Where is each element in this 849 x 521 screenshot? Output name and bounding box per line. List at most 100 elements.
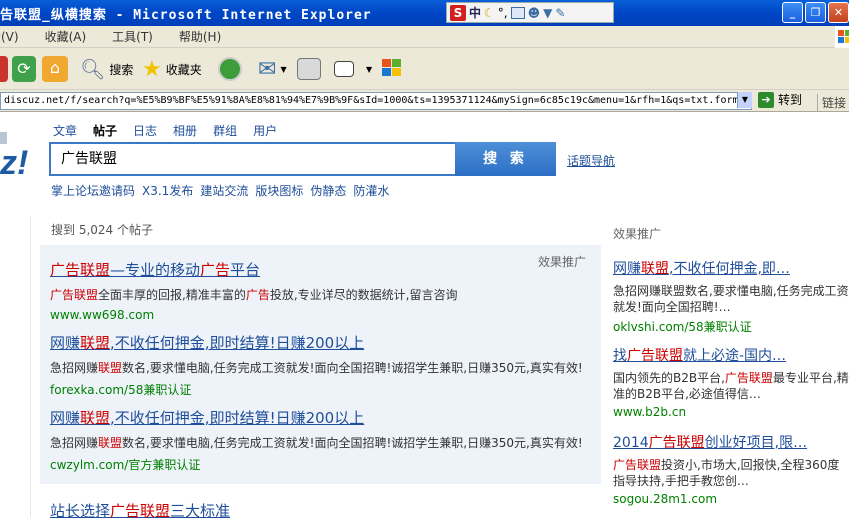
ime-keyboard-icon[interactable] <box>510 6 525 19</box>
ad-title-text: ,不收任何押金,即时结算!日赚200以上 <box>110 334 365 352</box>
ads-label: 效果推广 <box>538 255 587 269</box>
sidebar-ad-description: 广告联盟投资小,市场大,回报快,全程360度指导扶持,手把手教您创… <box>613 457 849 489</box>
ime-skin-icon[interactable]: ▼ <box>543 6 552 20</box>
tab-posts[interactable]: 帖子 <box>93 122 117 139</box>
tab-articles[interactable]: 文章 <box>53 122 77 139</box>
menu-tools[interactable]: 工具(T) <box>112 28 153 45</box>
go-label: 转到 <box>778 93 803 107</box>
refresh-button[interactable]: ⟳ <box>12 54 36 84</box>
ad-desc-text: 急招网赚 <box>50 436 99 450</box>
quick-link[interactable]: 防灌水 <box>353 182 389 199</box>
ime-user-icon[interactable]: ☻ <box>528 6 541 20</box>
ad-desc-text: 急招网赚 <box>50 361 99 375</box>
ad-desc-highlight: 广告 <box>245 288 270 302</box>
home-icon: ⌂ <box>42 56 68 82</box>
minimize-button[interactable]: _ <box>782 2 803 23</box>
favorites-button[interactable]: ★ 收藏夹 <box>142 54 202 84</box>
close-button[interactable]: ✕ <box>828 2 849 23</box>
tab-users[interactable]: 用户 <box>253 122 277 139</box>
sidebar-ad-title-link[interactable]: 2014广告联盟创业好项目,限… <box>613 432 849 452</box>
quick-link[interactable]: 掌上论坛邀请码 <box>51 182 135 199</box>
tab-albums[interactable]: 相册 <box>173 122 197 139</box>
messenger-button[interactable] <box>380 54 404 84</box>
quick-link[interactable]: 伪静态 <box>310 182 346 199</box>
menu-view[interactable]: 查看(V) <box>0 28 19 45</box>
print-icon <box>297 58 321 80</box>
ad-title-link[interactable]: 广告联盟—专业的移动广告平台 <box>50 259 458 280</box>
sogou-logo-icon[interactable]: S <box>450 4 466 21</box>
refresh-icon: ⟳ <box>12 56 36 82</box>
ad-desc-text: 数名,要求懂电脑,任务完成工资就发!面向全国招聘!诚招学生兼职,日赚350元,真… <box>122 361 583 375</box>
address-dropdown-icon[interactable]: ▼ <box>737 92 752 108</box>
tab-blogs[interactable]: 日志 <box>133 122 157 139</box>
ime-moon-icon[interactable]: ☾ <box>484 6 495 20</box>
ad-desc-text: 投放,专业详尽的数据统计,留言咨询 <box>269 288 458 302</box>
favorites-button-label: 收藏夹 <box>165 62 202 77</box>
ad-desc-text: 数名,要求懂电脑,任务完成工资就发!面向全国招聘!诚招学生兼职,日赚350元,真… <box>122 436 583 450</box>
ime-toolbar[interactable]: S 中 ☾ °, ☻ ▼ ✎ <box>446 2 614 23</box>
menu-favorites[interactable]: 收藏(A) <box>45 28 87 45</box>
ad-url[interactable]: cwzylm.com/官方兼职认证 <box>50 456 583 473</box>
sidebar-ad-title-link[interactable]: 网赚联盟,不收任何押金,即… <box>613 258 849 278</box>
result-count: 搜到 5,024 个帖子 <box>51 223 153 237</box>
sidebar-ad-title-link[interactable]: 找广告联盟就上必途-国内… <box>613 345 849 365</box>
window-title: 告联盟_纵横搜索 - Microsoft Internet Explorer <box>0 8 372 23</box>
edit-button[interactable]: ▼ <box>334 54 372 84</box>
edit-icon <box>334 61 354 77</box>
maximize-button[interactable]: ❐ <box>805 2 826 23</box>
ad-url[interactable]: forexka.com/58兼职认证 <box>50 381 583 398</box>
sidebar-ads-label: 效果推广 <box>613 227 662 241</box>
go-arrow-icon: ➔ <box>758 91 774 108</box>
ad-title-highlight: 广告 <box>200 261 231 279</box>
ad-description: 急招网赚联盟数名,要求懂电脑,任务完成工资就发!面向全国招聘!诚招学生兼职,日赚… <box>50 434 583 451</box>
quick-link[interactable]: 建站交流 <box>200 182 248 199</box>
ad-desc-highlight: 广告联盟 <box>50 288 99 302</box>
sidebar-ad-title-text: 创业好项目,限… <box>704 435 808 451</box>
site-logo[interactable]: z! <box>0 144 28 183</box>
ad-item: 网赚联盟,不收任何押金,即时结算!日赚200以上 急招网赚联盟数名,要求懂电脑,… <box>50 332 583 398</box>
ime-tools-icon[interactable]: ✎ <box>555 6 565 20</box>
menu-help[interactable]: 帮助(H) <box>179 28 221 45</box>
mail-button[interactable]: ✉ ▼ <box>258 54 287 84</box>
search-button[interactable]: 🔍︎ 搜索 <box>80 54 133 84</box>
windows-flag-icon <box>380 57 404 82</box>
search-input[interactable]: 广告联盟 <box>49 142 455 176</box>
topic-nav-link[interactable]: 话题导航 <box>567 152 615 169</box>
sidebar-ad-url[interactable]: www.b2b.cn <box>613 405 849 419</box>
quick-link[interactable]: 版块图标 <box>255 182 303 199</box>
result-title-link[interactable]: 站长选择广告联盟三大标准 <box>50 500 230 521</box>
window-titlebar: 告联盟_纵横搜索 - Microsoft Internet Explorer S… <box>0 0 849 26</box>
menu-bar: 查看(V) 收藏(A) 工具(T) 帮助(H) <box>0 26 849 48</box>
sidebar-ad-title-text: 2014 <box>613 435 649 451</box>
ad-url[interactable]: www.ww698.com <box>50 308 458 322</box>
quick-link[interactable]: X3.1发布 <box>142 182 193 199</box>
sidebar-ad-description: 急招网赚联盟数名,要求懂电脑,任务完成工资就发!面向全国招聘!… <box>613 284 849 314</box>
result-title-highlight: 广告联盟 <box>110 502 171 520</box>
search-button-label: 搜索 <box>109 62 134 77</box>
sidebar-ad-url[interactable]: sogou.28m1.com <box>613 492 849 506</box>
home-button[interactable]: ⌂ <box>42 54 68 84</box>
print-button[interactable] <box>297 54 321 84</box>
ad-title-text: —专业的移动 <box>110 261 201 279</box>
search-icon: 🔍︎ <box>80 57 106 81</box>
chevron-down-icon: ▼ <box>280 64 287 74</box>
tab-groups[interactable]: 群组 <box>213 122 237 139</box>
sidebar-ad-description: 国内领先的B2B平台,广告联盟最专业平台,精准的B2B平台,必途值得信… <box>613 370 849 402</box>
ad-title-link[interactable]: 网赚联盟,不收任何押金,即时结算!日赚200以上 <box>50 407 583 428</box>
stop-icon[interactable] <box>0 54 8 84</box>
history-button[interactable] <box>218 54 242 84</box>
ime-punct-toggle[interactable]: °, <box>498 6 508 20</box>
go-button[interactable]: ➔ 转到 <box>758 91 802 108</box>
sidebar-ad-url[interactable]: oklvshi.com/58兼职认证 <box>613 318 849 335</box>
ime-mode-toggle[interactable]: 中 <box>469 4 481 21</box>
sidebar-ad-title-highlight: 联盟 <box>641 261 669 277</box>
ad-title-link[interactable]: 网赚联盟,不收任何押金,即时结算!日赚200以上 <box>50 332 583 353</box>
browser-toolbar: ⟳ ⌂ 🔍︎ 搜索 ★ 收藏夹 ✉ ▼ ▼ <box>0 48 849 90</box>
search-submit-button[interactable]: 搜 索 <box>455 142 556 176</box>
ad-title-text: 网赚 <box>50 334 81 352</box>
ad-title-highlight: 联盟 <box>80 409 111 427</box>
sidebar-ad-item: 找广告联盟就上必途-国内… 国内领先的B2B平台,广告联盟最专业平台,精准的B2… <box>613 345 849 419</box>
quick-links: 掌上论坛邀请码 X3.1发布 建站交流 版块图标 伪静态 防灌水 <box>51 182 389 199</box>
links-button[interactable]: 链接 <box>817 94 846 111</box>
url-input[interactable]: discuz.net/f/search?q=%E5%B9%BF%E5%91%8A… <box>0 92 752 110</box>
